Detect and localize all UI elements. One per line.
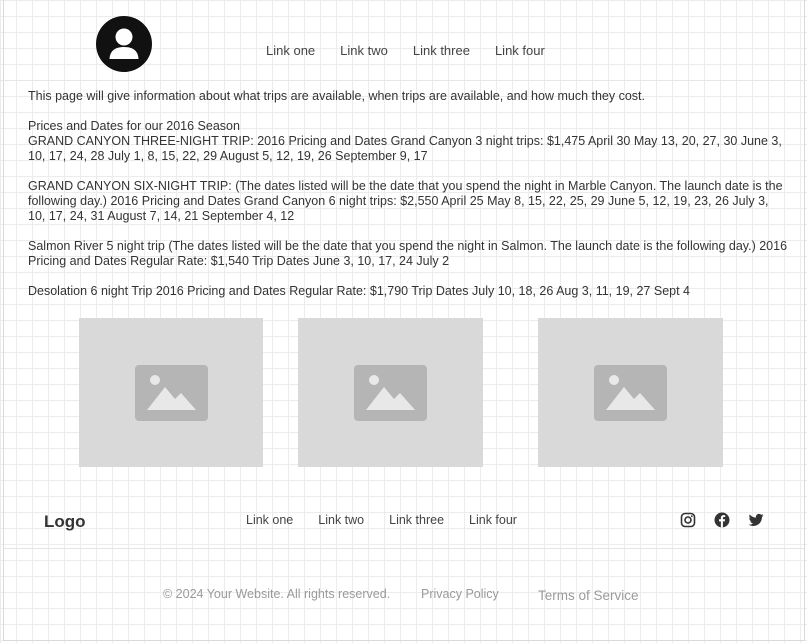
trip-desolation: Desolation 6 night Trip 2016 Pricing and…	[28, 284, 690, 298]
header-nav-link-one[interactable]: Link one	[266, 43, 315, 58]
image-placeholder-icon	[594, 364, 667, 421]
trip-salmon-river: Salmon River 5 night trip (The dates lis…	[28, 239, 788, 268]
main-content: This page will give information about wh…	[28, 89, 788, 314]
header-nav-link-four[interactable]: Link four	[495, 43, 545, 58]
footer-nav-link-three[interactable]: Link three	[389, 513, 444, 527]
facebook-icon[interactable]	[714, 512, 730, 528]
season-title: Prices and Dates for our 2016 Season	[28, 119, 240, 133]
image-placeholder-icon	[354, 364, 427, 421]
intro-text: This page will give information about wh…	[28, 89, 645, 103]
image-placeholder-2	[298, 318, 483, 467]
user-avatar-icon[interactable]	[96, 16, 152, 72]
privacy-policy-link[interactable]: Privacy Policy	[421, 587, 499, 601]
header-nav-link-three[interactable]: Link three	[413, 43, 470, 58]
copyright-text: © 2024 Your Website. All rights reserved…	[163, 587, 391, 601]
header-nav: Link one Link two Link three Link four	[266, 43, 545, 58]
image-placeholder-icon	[134, 364, 208, 421]
image-placeholder-3	[538, 318, 723, 467]
trip-grand-canyon-3-night: GRAND CANYON THREE-NIGHT TRIP: 2016 Pric…	[28, 134, 782, 163]
image-placeholder-1	[79, 318, 263, 467]
footer-nav-link-two[interactable]: Link two	[318, 513, 364, 527]
instagram-icon[interactable]	[680, 512, 696, 528]
footer-logo[interactable]: Logo	[44, 512, 86, 532]
header-nav-link-two[interactable]: Link two	[340, 43, 388, 58]
footer-nav-link-four[interactable]: Link four	[469, 513, 517, 527]
footer-nav: Link one Link two Link three Link four	[246, 513, 517, 527]
twitter-icon[interactable]	[748, 512, 764, 528]
footer-nav-link-one[interactable]: Link one	[246, 513, 293, 527]
trip-grand-canyon-6-night: GRAND CANYON SIX-NIGHT TRIP: (The dates …	[28, 179, 783, 223]
footer-divider	[3, 548, 804, 549]
terms-of-service-link[interactable]: Terms of Service	[538, 588, 639, 603]
